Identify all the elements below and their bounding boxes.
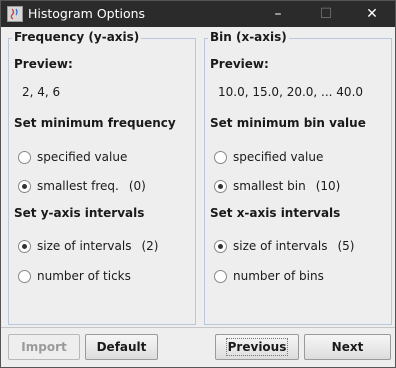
frequency-panel: Frequency (y-axis) Preview: 2, 4, 6 Set … (8, 30, 196, 325)
title-bar: Histogram Options – ☐ ✕ (1, 1, 395, 27)
bin-panel: Bin (x-axis) Preview: 10.0, 15.0, 20.0, … (204, 30, 392, 325)
button-bar-separator (1, 327, 395, 328)
radio-label: number of ticks (37, 269, 131, 283)
radio-button-icon (18, 239, 31, 253)
histogram-options-window: Histogram Options – ☐ ✕ Frequency (y-axi… (0, 0, 396, 368)
radio-smallest-bin[interactable]: smallest bin (10) (214, 179, 340, 193)
radio-label: specified value (37, 150, 128, 164)
radio-label: size of intervals (233, 239, 328, 253)
radio-value: (0) (128, 179, 146, 193)
radio-label: size of intervals (37, 239, 132, 253)
bin-preview-value: 10.0, 15.0, 20.0, ... 40.0 (218, 85, 364, 99)
window-title: Histogram Options (28, 6, 146, 21)
frequency-legend: Frequency (y-axis) (12, 30, 142, 44)
radio-button-icon (18, 150, 31, 164)
bin-interval-label: Set x-axis intervals (210, 206, 341, 220)
previous-button-label: Previous (226, 338, 288, 356)
radio-button-icon (214, 239, 227, 253)
radio-label: number of bins (233, 269, 324, 283)
radio-specified-frequency[interactable]: specified value (18, 150, 127, 164)
radio-value: (2) (141, 239, 159, 253)
radio-size-of-intervals-y[interactable]: size of intervals (2) (18, 239, 158, 253)
radio-value: (10) (315, 179, 341, 193)
frequency-preview-label: Preview: (14, 57, 73, 71)
radio-button-icon (18, 179, 31, 193)
radio-size-of-intervals-x[interactable]: size of intervals (5) (214, 239, 354, 253)
frequency-min-label: Set minimum frequency (14, 116, 176, 130)
radio-button-icon (18, 269, 31, 283)
frequency-preview-value: 2, 4, 6 (22, 85, 61, 99)
bin-preview-label: Preview: (210, 57, 269, 71)
radio-button-icon (214, 179, 227, 193)
radio-label: smallest bin (233, 179, 306, 193)
radio-specified-bin[interactable]: specified value (214, 150, 323, 164)
radio-smallest-freq[interactable]: smallest freq. (0) (18, 179, 146, 193)
default-button[interactable]: Default (85, 334, 158, 360)
radio-number-of-bins[interactable]: number of bins (214, 269, 324, 283)
radio-number-of-ticks[interactable]: number of ticks (18, 269, 131, 283)
maximize-icon[interactable]: ☐ (303, 1, 349, 27)
previous-button[interactable]: Previous (215, 334, 299, 360)
java-app-icon (7, 6, 23, 22)
frequency-interval-label: Set y-axis intervals (14, 206, 145, 220)
radio-button-icon (214, 150, 227, 164)
bin-min-label: Set minimum bin value (210, 116, 366, 130)
radio-label: smallest freq. (37, 179, 119, 193)
next-button[interactable]: Next (304, 334, 391, 360)
bin-legend: Bin (x-axis) (208, 30, 289, 44)
import-button[interactable]: Import (8, 334, 80, 360)
radio-label: specified value (233, 150, 324, 164)
radio-button-icon (214, 269, 227, 283)
radio-value: (5) (337, 239, 355, 253)
minimize-icon[interactable]: – (255, 1, 301, 27)
close-icon[interactable]: ✕ (349, 1, 395, 27)
